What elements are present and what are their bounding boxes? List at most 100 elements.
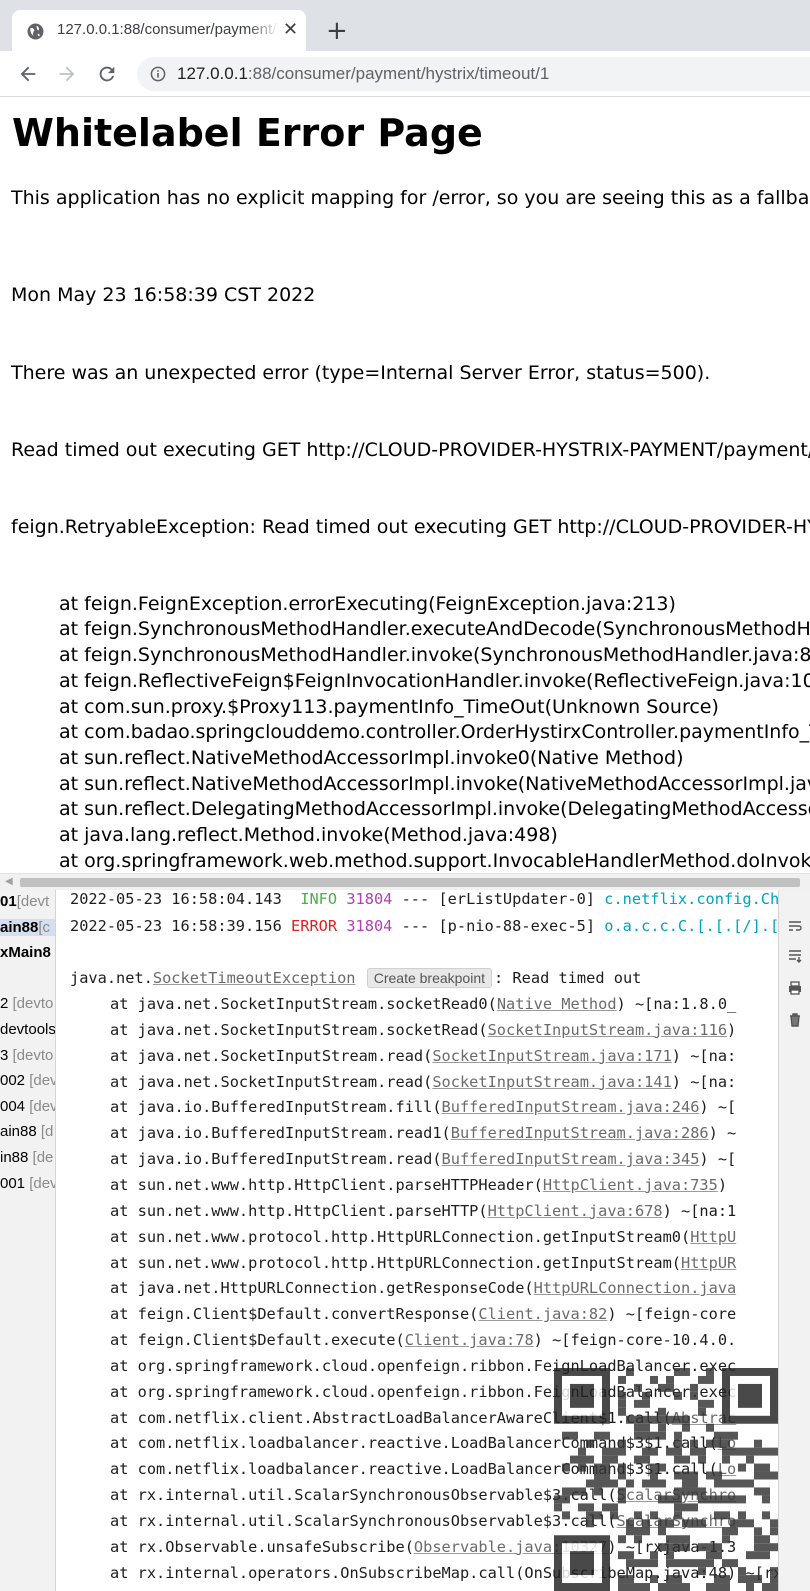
source-link[interactable]: SocketInputStream.java:141 xyxy=(432,1073,671,1091)
page-title: Whitelabel Error Page xyxy=(12,111,483,155)
exception-link[interactable]: SocketTimeoutException xyxy=(153,969,356,987)
source-link[interactable]: HttpURLConnection.java xyxy=(534,1279,737,1297)
run-config-item[interactable]: 002 [dev xyxy=(0,1072,56,1090)
run-config-label: in88 xyxy=(0,1149,33,1166)
url-text: 127.0.0.1:88/consumer/payment/hystrix/ti… xyxy=(177,64,549,84)
exception-line: java.net.SocketTimeoutException Create b… xyxy=(70,968,642,988)
back-arrow-icon[interactable] xyxy=(17,63,39,85)
scroll-left-icon[interactable]: ◀ xyxy=(5,876,13,887)
scroll-to-end-icon[interactable] xyxy=(787,948,803,964)
soft-wrap-icon[interactable] xyxy=(787,918,803,934)
run-config-item[interactable]: ain88 [d xyxy=(0,1123,53,1140)
browser-toolbar: 127.0.0.1:88/consumer/payment/hystrix/ti… xyxy=(0,51,810,97)
stack-frame: at feign.Client$Default.execute(Client.j… xyxy=(110,1331,737,1350)
stack-frame: at java.net.SocketInputStream.read(Socke… xyxy=(110,1046,737,1065)
run-config-tag: [dev xyxy=(29,1174,56,1192)
run-configurations-list: 01[devt ain88[c xMain8 2 [devto devtools 3 [d… xyxy=(0,890,56,1591)
tab-title: 127.0.0.1:88/consumer/payment/hystrix/ti… xyxy=(57,21,279,38)
source-link[interactable]: Client.java:78 xyxy=(405,1331,534,1349)
run-config-label: 002 xyxy=(0,1072,30,1090)
log-level: INFO xyxy=(300,890,338,908)
stack-frame: at java.io.BufferedInputStream.read(Buff… xyxy=(110,1150,737,1169)
stack-frame: at java.io.BufferedInputStream.fill(Buff… xyxy=(110,1098,737,1117)
run-config-item[interactable]: 004 [dev xyxy=(0,1097,56,1115)
error-page: Whitelabel Error Page This application h… xyxy=(0,97,810,873)
info-icon[interactable] xyxy=(150,66,166,82)
url-path: :88/consumer/payment/hystrix/timeout/1 xyxy=(247,64,550,83)
run-config-item[interactable]: ain88[c xyxy=(0,918,55,936)
run-config-item[interactable]: 01[devt xyxy=(0,893,49,910)
run-config-item[interactable]: 3 [devto xyxy=(0,1047,53,1064)
stack-trace-line: at sun.reflect.NativeMethodAccessorImpl.… xyxy=(59,772,810,795)
stack-frame: at sun.net.www.http.HttpClient.parseHTTP… xyxy=(110,1175,728,1194)
run-config-label: devtools xyxy=(0,1021,56,1038)
source-link[interactable]: Client.java:82 xyxy=(478,1305,607,1323)
source-link[interactable]: SocketInputStream.java:116 xyxy=(488,1021,727,1039)
horizontal-scrollbar[interactable]: ◀ xyxy=(0,873,810,890)
browser-tab[interactable]: 127.0.0.1:88/consumer/payment/hystrix/ti… xyxy=(12,10,306,51)
browser-chrome: 127.0.0.1:88/consumer/payment/hystrix/ti… xyxy=(0,0,810,97)
stack-frame: at java.net.SocketInputStream.socketRead… xyxy=(110,1020,737,1039)
stack-frame: at java.net.HttpURLConnection.getRespons… xyxy=(110,1279,737,1298)
url-host: 127.0.0.1 xyxy=(177,64,248,83)
run-config-label: ain88 xyxy=(0,1123,41,1141)
create-breakpoint-button[interactable]: Create breakpoint xyxy=(366,968,493,988)
run-config-item[interactable]: in88 [de xyxy=(0,1149,53,1166)
run-config-item[interactable]: xMain8 xyxy=(0,944,51,961)
stack-frame: at java.net.SocketInputStream.socketRead… xyxy=(110,995,737,1013)
console-toolbar xyxy=(778,890,810,1591)
stack-frame: at feign.Client$Default.convertResponse(… xyxy=(110,1305,737,1324)
source-link[interactable]: BufferedInputStream.java:246 xyxy=(442,1098,700,1116)
stack-trace-line: at feign.SynchronousMethodHandler.execut… xyxy=(59,618,810,641)
source-link[interactable]: HttpClient.java:678 xyxy=(488,1202,663,1220)
log-level: ERROR xyxy=(291,917,338,935)
clear-all-icon[interactable] xyxy=(787,1012,803,1028)
source-link[interactable]: HttpU xyxy=(690,1228,736,1246)
run-config-tag: [d xyxy=(40,1123,54,1141)
error-timestamp: Mon May 23 16:58:39 CST 2022 xyxy=(11,284,316,307)
run-config-label: ain88 xyxy=(0,918,39,936)
source-link[interactable]: Native Method xyxy=(497,995,617,1013)
log-line-error: 2022-05-23 16:58:39.156 ERROR 31804 --- … xyxy=(70,917,778,935)
source-link[interactable]: HttpClient.java:735 xyxy=(543,1176,718,1194)
qr-code-watermark xyxy=(554,1368,778,1591)
run-config-item[interactable]: devtools xyxy=(0,1021,56,1038)
reload-icon[interactable] xyxy=(96,63,118,85)
stack-frame: at sun.net.www.http.HttpClient.parseHTTP… xyxy=(110,1201,737,1220)
run-config-tag: [devto xyxy=(12,1046,54,1064)
source-link[interactable]: HttpUR xyxy=(681,1254,736,1272)
error-exception: feign.RetryableException: Read timed out… xyxy=(11,515,810,538)
run-config-tag: [devt xyxy=(16,893,50,910)
source-link[interactable]: BufferedInputStream.java:286 xyxy=(451,1124,709,1142)
stack-frame: at sun.net.www.protocol.http.HttpURLConn… xyxy=(110,1253,737,1272)
stack-frame: at sun.net.www.protocol.http.HttpURLConn… xyxy=(110,1227,737,1246)
address-bar[interactable]: 127.0.0.1:88/consumer/payment/hystrix/ti… xyxy=(137,57,810,91)
run-config-item[interactable]: 2 [devto xyxy=(0,995,53,1012)
scrollbar-thumb[interactable] xyxy=(20,878,800,887)
error-details: Mon May 23 16:58:39 CST 2022 There was a… xyxy=(11,232,810,873)
run-config-tag: [dev xyxy=(29,1097,56,1115)
run-config-tag: [dev xyxy=(29,1072,56,1090)
run-config-label: xMain8 xyxy=(0,944,51,962)
error-description: This application has no explicit mapping… xyxy=(11,187,810,209)
stack-trace-line: at sun.reflect.NativeMethodAccessorImpl.… xyxy=(59,746,684,769)
run-config-label: 001 xyxy=(0,1174,30,1192)
source-link[interactable]: SocketInputStream.java:171 xyxy=(432,1047,671,1065)
tab-close-icon[interactable]: ✕ xyxy=(283,20,298,40)
stack-trace-line: at java.lang.reflect.Method.invoke(Metho… xyxy=(59,823,558,846)
source-link[interactable]: BufferedInputStream.java:345 xyxy=(442,1150,700,1168)
run-config-label: 01 xyxy=(0,893,17,910)
forward-arrow-icon[interactable] xyxy=(56,63,78,85)
print-icon[interactable] xyxy=(787,980,803,996)
new-tab-button[interactable]: + xyxy=(326,18,348,44)
log-line-info: 2022-05-23 16:58:04.143 INFO 31804 --- [… xyxy=(70,890,778,908)
stack-trace-line: at feign.SynchronousMethodHandler.invoke… xyxy=(59,644,810,667)
run-config-item[interactable]: 001 [dev xyxy=(0,1174,56,1192)
stack-frame: at java.net.SocketInputStream.read(Socke… xyxy=(110,1072,737,1091)
run-config-tag: [devto xyxy=(12,995,54,1013)
run-config-label: 004 xyxy=(0,1097,30,1115)
stack-trace-line: at feign.ReflectiveFeign$FeignInvocation… xyxy=(59,669,810,692)
run-config-tag: [de xyxy=(32,1149,54,1166)
error-message: Read timed out executing GET http://CLOU… xyxy=(11,438,810,461)
run-config-label: 3 xyxy=(0,1046,13,1064)
